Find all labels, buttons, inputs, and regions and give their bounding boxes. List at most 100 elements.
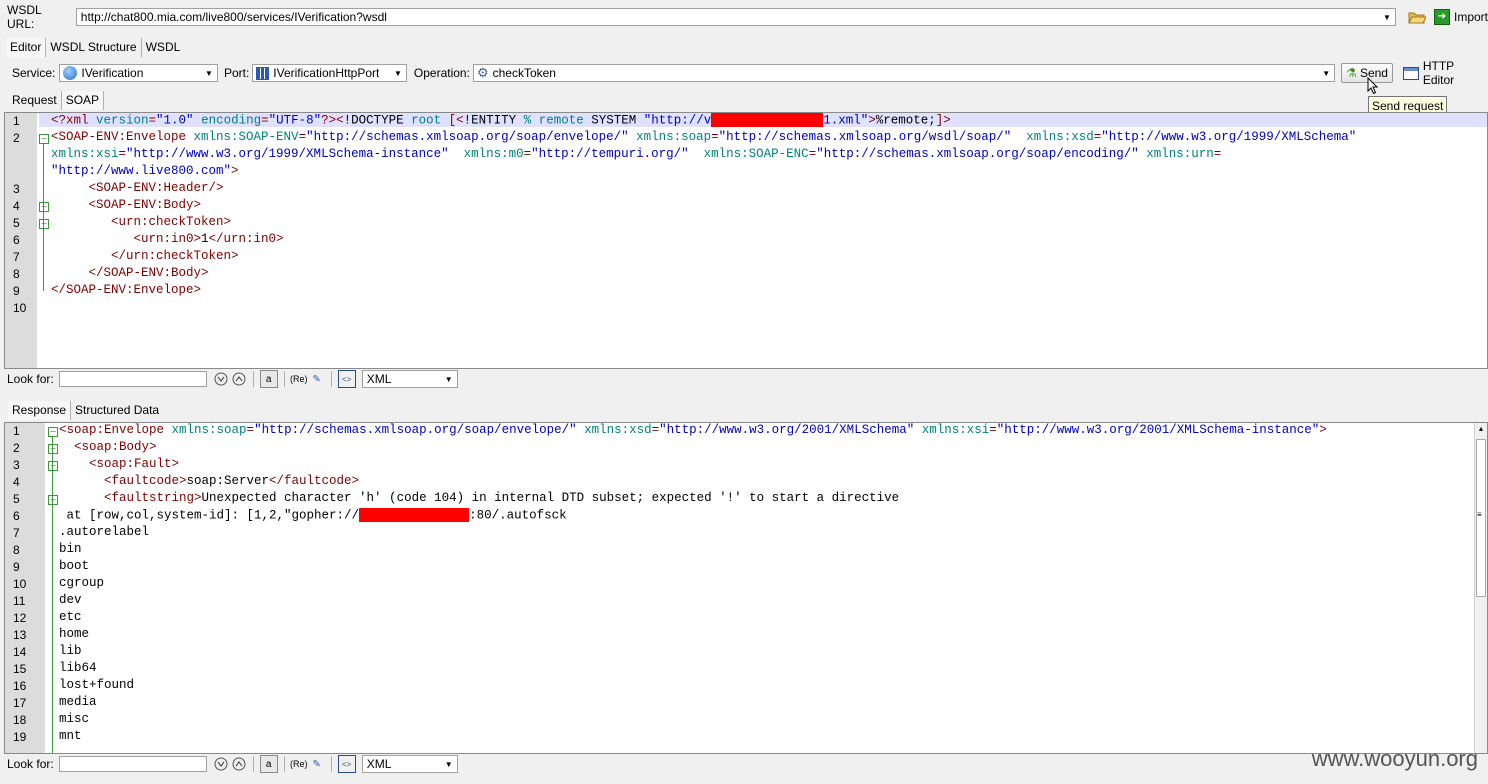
fold-toggle-icon[interactable]: − [39, 202, 49, 212]
xml-format-icon[interactable]: <> [337, 755, 356, 773]
code-token: </urn:checkToken> [51, 249, 239, 263]
match-case-icon[interactable]: a [259, 755, 278, 773]
code-token: xmlns:soap [636, 130, 712, 144]
code-token: !DOCTYPE [343, 113, 412, 128]
tab-editor[interactable]: Editor [6, 38, 47, 57]
fold-toggle-icon[interactable]: − [48, 427, 58, 437]
regex-icon[interactable]: (Re) [290, 371, 308, 387]
scroll-up-icon[interactable]: ▲ [1475, 423, 1487, 437]
http-editor-button[interactable]: HTTP Editor [1402, 59, 1488, 87]
top-tabs: Editor WSDL Structure WSDL [6, 37, 184, 57]
code-token: = [261, 113, 269, 128]
tab-response[interactable]: Response [8, 401, 72, 420]
look-for-label: Look for: [7, 372, 54, 386]
code-line: <SOAP-ENV:Header/> [51, 181, 224, 195]
code-token: lib [59, 644, 82, 658]
code-token: "1.0" [156, 113, 202, 128]
code-token: > [868, 113, 876, 128]
port-select[interactable]: IVerificationHttpPort ▼ [252, 64, 407, 82]
code-line: misc [59, 712, 89, 726]
code-token: "http://v [643, 113, 712, 128]
code-token: at [row,col,system-id]: [1,2,"gopher:// [59, 508, 360, 523]
code-token: > [1319, 423, 1327, 437]
format-value: XML [366, 372, 392, 386]
tab-wsdl-structure[interactable]: WSDL Structure [46, 38, 142, 57]
chevron-down-icon[interactable]: ▼ [441, 756, 457, 772]
code-line: <?xml version="1.0" encoding="UTF-8"?><!… [39, 113, 1487, 128]
code-line: <faultcode>soap:Server</faultcode> [59, 474, 359, 488]
highlight-all-icon[interactable]: ✎ [309, 371, 325, 387]
code-token: bin [59, 542, 82, 556]
code-token: .autorelabel [59, 525, 150, 539]
chevron-down-icon[interactable]: ▼ [1379, 9, 1395, 25]
code-line: <faultstring>Unexpected character 'h' (c… [59, 491, 899, 505]
scroll-grip-icon: ≡ [1477, 511, 1482, 520]
line-number: 14 [13, 645, 27, 659]
code-line: cgroup [59, 576, 104, 590]
look-for-input[interactable] [58, 756, 207, 772]
redacted-region [359, 508, 470, 522]
look-for-input[interactable] [58, 371, 207, 387]
code-line: .autorelabel [59, 525, 149, 539]
import-icon: ➔ [1433, 9, 1450, 25]
highlight-all-icon[interactable]: ✎ [309, 756, 325, 772]
code-token: xmlns:m0 [463, 147, 524, 161]
divider [283, 371, 285, 387]
tab-request[interactable]: Request [8, 91, 62, 110]
find-next-icon[interactable] [213, 371, 229, 387]
chevron-down-icon[interactable]: ▼ [441, 371, 457, 387]
line-number: 4 [13, 475, 20, 489]
find-previous-icon[interactable] [231, 756, 247, 772]
wsdl-url-input[interactable]: http://chat800.mia.com/live800/services/… [75, 8, 1396, 26]
line-number: 1 [13, 424, 20, 438]
chevron-down-icon[interactable]: ▼ [1318, 65, 1334, 81]
code-token: SYSTEM [591, 113, 644, 128]
fold-toggle-icon[interactable]: − [48, 444, 58, 454]
regex-icon[interactable]: (Re) [290, 756, 308, 772]
line-number: 10 [13, 577, 27, 591]
code-token: "http://schemas.xmlsoap.org/soap/envelop… [306, 130, 637, 144]
request-editor[interactable]: 1 <?xml version="1.0" encoding="UTF-8"?><… [4, 112, 1488, 369]
code-token: <soap:Body> [59, 440, 157, 454]
code-line: "http://www.live800.com"> [51, 164, 239, 178]
watermark: www.wooyun.org [1311, 746, 1478, 771]
code-token: lib64 [59, 661, 97, 675]
code-line: lib [59, 644, 82, 658]
tab-wsdl[interactable]: WSDL [142, 38, 185, 57]
code-token: <soap:Fault> [59, 457, 180, 471]
line-number: 8 [13, 543, 20, 557]
fold-toggle-icon[interactable]: − [48, 495, 58, 505]
find-next-icon[interactable] [213, 756, 229, 772]
import-button[interactable]: ➔ Import [1433, 9, 1488, 25]
code-line: at [row,col,system-id]: [1,2,"gopher://:… [59, 508, 567, 522]
line-number: 9 [13, 560, 20, 574]
http-editor-label: HTTP Editor [1422, 59, 1455, 87]
response-editor[interactable]: 1 <soap:Envelope xmlns:soap="http://schem… [4, 422, 1488, 754]
fold-toggle-icon[interactable]: − [48, 461, 58, 471]
chevron-down-icon[interactable]: ▼ [201, 65, 217, 81]
fold-toggle-icon[interactable]: − [39, 134, 49, 144]
operation-select[interactable]: ⚙ checkToken ▼ [472, 64, 1336, 82]
line-number: 6 [13, 509, 20, 523]
look-for-label: Look for: [7, 757, 54, 771]
code-token: = [711, 130, 719, 144]
request-tabs: Request SOAP [8, 90, 105, 110]
tab-soap[interactable]: SOAP [61, 91, 105, 110]
code-token: "UTF-8" [268, 113, 322, 128]
line-number: 8 [13, 267, 20, 281]
fold-toggle-icon[interactable]: − [39, 219, 49, 229]
line-number: 2 [13, 131, 20, 145]
service-select[interactable]: IVerification ▼ [59, 64, 218, 82]
code-token: cgroup [59, 576, 105, 590]
xml-format-icon[interactable]: <> [337, 370, 356, 388]
format-select[interactable]: XML ▼ [361, 755, 458, 773]
chevron-down-icon[interactable]: ▼ [390, 65, 406, 81]
folder-open-icon[interactable] [1408, 9, 1426, 25]
find-previous-icon[interactable] [231, 371, 247, 387]
match-case-icon[interactable]: a [259, 370, 278, 388]
code-token: "http://schemas.xmlsoap.org/soap/encodin… [816, 147, 1147, 161]
code-token: = [148, 113, 157, 128]
tab-structured-data[interactable]: Structured Data [71, 401, 163, 420]
format-select[interactable]: XML ▼ [361, 370, 458, 388]
vertical-scrollbar[interactable]: ▲ ≡ [1474, 423, 1487, 753]
